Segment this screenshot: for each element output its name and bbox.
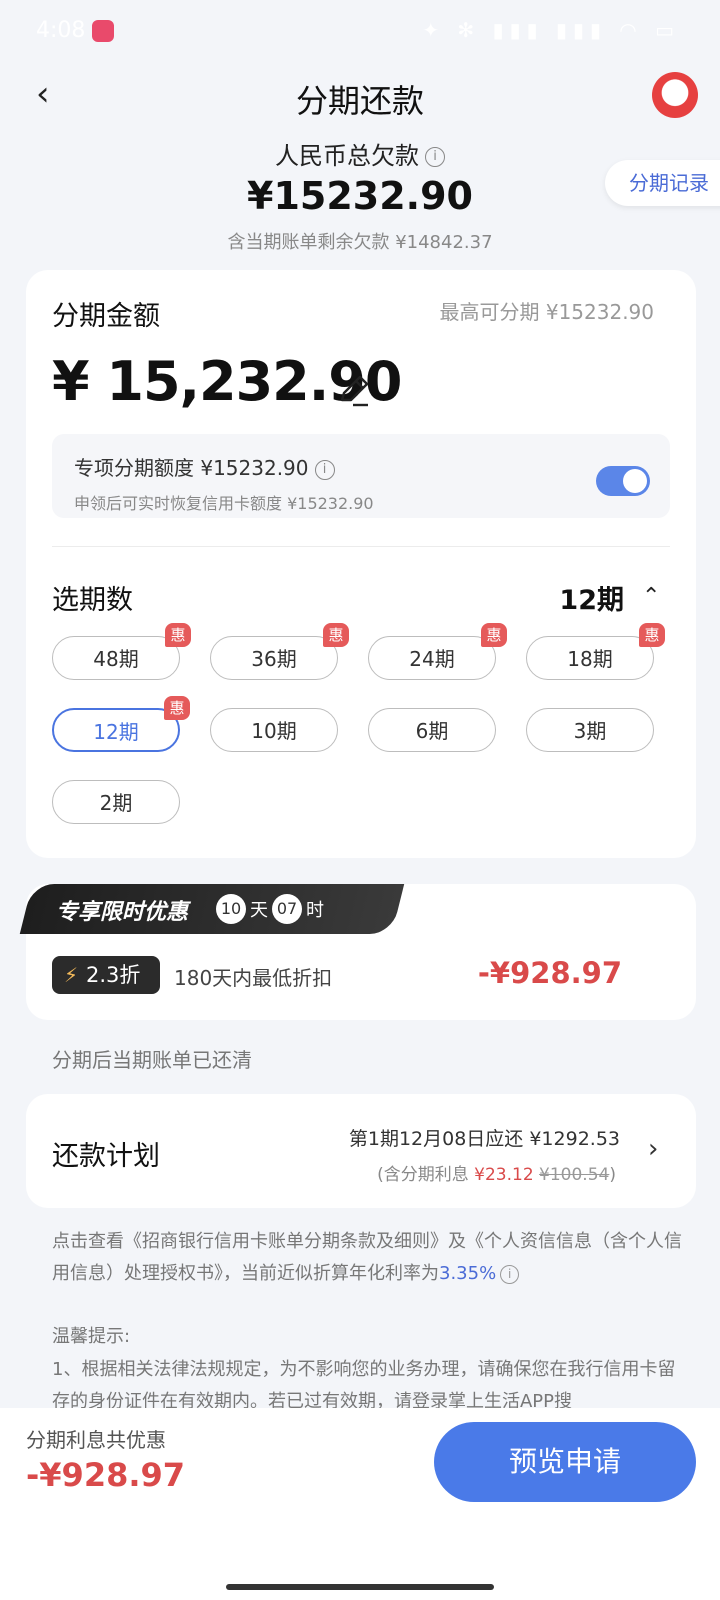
status-icons: ✦ ✻ ▮▮▮ ▮▮▮ ◠ ▭ — [422, 18, 680, 42]
chevron-up-icon[interactable]: ⌃ — [642, 584, 660, 609]
special-quota-title: 专项分期额度 ¥15232.90 i — [74, 452, 335, 481]
chevron-right-icon[interactable]: › — [648, 1134, 658, 1164]
edit-pencil-icon[interactable] — [336, 372, 372, 408]
tips-title: 温馨提示: — [52, 1326, 131, 1347]
interest-savings-label: 分期利息共优惠 — [26, 1428, 166, 1452]
discount-tag: ⚡ 2.3折 — [52, 956, 160, 994]
countdown-days: 10 — [216, 894, 246, 924]
lightning-icon: ⚡ — [64, 963, 79, 987]
period-option[interactable]: 48期 惠 — [52, 623, 191, 680]
period-option[interactable]: 36期 惠 — [210, 623, 349, 680]
divider — [52, 546, 670, 547]
period-option[interactable]: 24期 惠 — [368, 623, 507, 680]
mascot-avatar-icon[interactable] — [652, 72, 698, 118]
remaining-debt: 含当期账单剩余欠款 ¥14842.37 — [227, 232, 493, 253]
countdown-hours-unit: 时 — [306, 900, 324, 921]
period-option-label: 18期 — [567, 647, 613, 671]
period-option-label: 6期 — [415, 719, 449, 743]
interest-prefix: (含分期利息 — [377, 1165, 475, 1185]
interest-note: (含分期利息 ¥23.12 ¥100.54) — [377, 1160, 616, 1185]
total-debt-label-text: 人民币总欠款 — [275, 142, 419, 170]
selected-period[interactable]: 12期 — [559, 578, 624, 617]
discount-badge: 惠 — [481, 623, 507, 647]
info-icon[interactable]: i — [314, 459, 335, 480]
special-quota-subtitle: 申领后可实时恢复信用卡额度 ¥15232.90 — [74, 494, 374, 513]
period-option-label: 12期 — [93, 720, 139, 744]
countdown-days-unit: 天 — [250, 900, 268, 921]
page-title: 分期还款 — [295, 82, 424, 120]
status-time: 4:08 — [36, 18, 86, 43]
discount-badge: 惠 — [164, 696, 190, 720]
terms-text[interactable]: 点击查看《招商银行信用卡账单分期条款及细则》及《个人资信信息（含个人信用信息）处… — [52, 1226, 682, 1290]
terms-body[interactable]: 点击查看《招商银行信用卡账单分期条款及细则》及《个人资信信息（含个人信用信息）处… — [52, 1231, 682, 1284]
interest-amount: ¥23.12 — [474, 1165, 534, 1185]
discount-badge: 惠 — [323, 623, 349, 647]
discount-tag-text: 2.3折 — [86, 963, 141, 987]
special-quota-toggle[interactable] — [596, 466, 650, 496]
amount-label: 分期金额 — [52, 301, 160, 332]
annual-rate: 3.35% — [439, 1263, 497, 1284]
period-option-label: 48期 — [93, 647, 139, 671]
interest-savings-amount: -¥928.97 — [26, 1456, 186, 1494]
discount-description: 180天内最低折扣 — [174, 966, 333, 990]
periods-label: 选期数 — [52, 585, 133, 616]
discount-amount: -¥928.97 — [477, 956, 622, 990]
info-icon[interactable]: i — [425, 147, 445, 167]
first-payment: 第1期12月08日应还 ¥1292.53 — [348, 1128, 620, 1150]
max-installment: 最高可分期 ¥15232.90 — [439, 300, 654, 324]
discount-badge: 惠 — [165, 623, 191, 647]
period-option-label: 2期 — [99, 791, 133, 815]
promo-title: 专享限时优惠 — [56, 900, 189, 925]
discount-badge: 惠 — [639, 623, 665, 647]
interest-suffix: ) — [609, 1165, 616, 1185]
period-option[interactable]: 18期 惠 — [526, 623, 665, 680]
period-option[interactable]: 2期 — [52, 780, 180, 824]
repayment-plan-label: 还款计划 — [52, 1141, 160, 1172]
app-notification-icon — [92, 20, 114, 42]
cleared-note: 分期后当期账单已还清 — [52, 1048, 252, 1072]
period-option-label: 36期 — [251, 647, 297, 671]
original-interest: ¥100.54 — [539, 1165, 610, 1185]
period-option[interactable]: 12期 惠 — [52, 696, 190, 752]
selected-period-value: 12期 — [559, 585, 624, 616]
toggle-knob — [623, 469, 647, 493]
period-option-label: 24期 — [409, 647, 455, 671]
period-option[interactable]: 3期 — [526, 708, 654, 752]
info-icon[interactable]: i — [500, 1264, 520, 1284]
period-option-label: 10期 — [251, 719, 297, 743]
period-option[interactable]: 10期 — [210, 708, 338, 752]
period-option-label: 3期 — [573, 719, 607, 743]
installment-record-button[interactable]: 分期记录 — [605, 160, 720, 206]
special-quota-text: 专项分期额度 ¥15232.90 — [74, 456, 309, 480]
period-option[interactable]: 6期 — [368, 708, 496, 752]
home-indicator[interactable] — [226, 1584, 494, 1590]
preview-apply-button[interactable]: 预览申请 — [434, 1422, 696, 1502]
countdown-hours: 07 — [272, 894, 302, 924]
